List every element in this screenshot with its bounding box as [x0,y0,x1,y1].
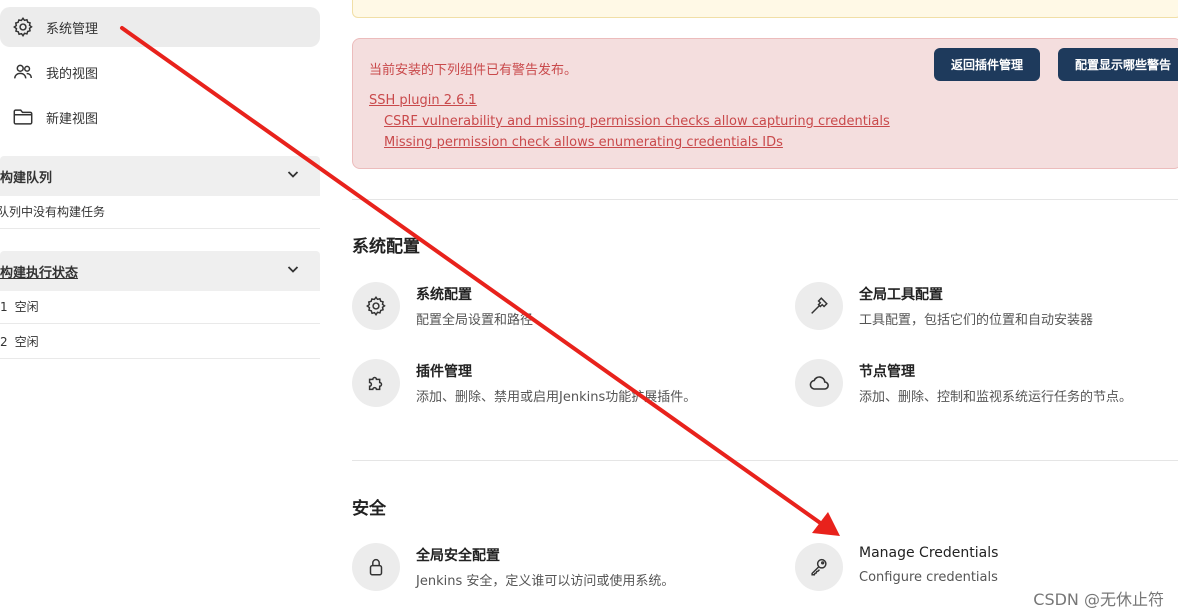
sidebar-item-manage-jenkins[interactable]: 系统管理 [0,7,320,47]
tile-description: 配置全局设置和路径 [416,313,534,328]
divider [352,199,1178,200]
notice-banner [352,0,1178,18]
executor-status-title[interactable]: 构建执行状态 [0,262,78,281]
sidebar-item-my-views[interactable]: 我的视图 [0,52,320,92]
plugin-link[interactable]: SSH plugin 2.6.1 [369,93,477,108]
section-title-system-config: 系统配置 [352,237,420,257]
chevron-down-icon[interactable] [286,167,300,185]
tile-description: 工具配置，包括它们的位置和自动安装器 [859,313,1094,328]
gear-icon [12,16,34,38]
executor-row: 1 空闲 [0,290,320,324]
cloud-icon [795,359,843,407]
watermark: CSDN @无休止符 [1033,590,1164,609]
executor-row: 2 空闲 [0,325,320,359]
tile-description: Jenkins 安全，定义谁可以访问或使用系统。 [416,574,675,589]
tile-title: 全局工具配置 [859,287,943,303]
tile-title: 节点管理 [859,364,915,380]
key-icon [795,543,843,591]
build-queue-empty: 队列中没有构建任务 [0,195,320,229]
back-to-plugin-manager-button[interactable]: 返回插件管理 [934,48,1040,81]
chevron-down-icon[interactable] [286,262,300,280]
tile-node-manager[interactable]: 节点管理 添加、删除、控制和监视系统运行任务的节点。 [795,359,1175,411]
puzzle-icon [352,359,400,407]
gear-icon [352,282,400,330]
tile-plugin-manager[interactable]: 插件管理 添加、删除、禁用或启用Jenkins功能扩展插件。 [352,359,752,411]
sidebar-item-new-view[interactable]: 新建视图 [0,97,320,137]
plugin-colon: : [468,93,473,108]
hammer-icon [795,282,843,330]
executor-number: 1 [0,299,8,314]
people-icon [12,61,34,83]
tile-global-security[interactable]: 全局安全配置 Jenkins 安全，定义谁可以访问或使用系统。 [352,543,752,595]
tile-title: 全局安全配置 [416,548,500,564]
configure-warnings-button[interactable]: 配置显示哪些警告 [1058,48,1178,81]
tile-description: 添加、删除、控制和监视系统运行任务的节点。 [859,390,1133,405]
sidebar-item-label: 新建视图 [46,111,99,127]
tile-title: 插件管理 [416,364,472,380]
tile-system-config[interactable]: 系统配置 配置全局设置和路径 [352,282,752,334]
sidebar-item-label: 系统管理 [46,21,99,37]
divider [352,460,1178,461]
warning-link-csrf[interactable]: CSRF vulnerability and missing permissio… [384,114,890,129]
build-queue-empty-text: 队列中没有构建任务 [0,205,106,219]
lock-icon [352,543,400,591]
alert-message: 当前安装的下列组件已有警告发布。 [369,63,578,78]
tile-title: Manage Credentials [859,545,999,561]
security-warning-alert: 当前安装的下列组件已有警告发布。 SSH plugin 2.6.1 : CSRF… [352,38,1178,169]
executor-number: 2 [0,334,8,349]
sidebar: 系统管理 我的视图 新建视图 构建队列 队列中没有构建任务 构建执行状态 1 空… [0,0,320,616]
tile-global-tool-config[interactable]: 全局工具配置 工具配置，包括它们的位置和自动安装器 [795,282,1175,334]
executor-status: 空闲 [14,300,39,314]
tile-title: 系统配置 [416,287,472,303]
tile-description: Configure credentials [859,570,998,585]
section-title-security: 安全 [352,499,386,519]
sidebar-item-label: 我的视图 [46,66,99,82]
build-queue-title: 构建队列 [0,170,53,186]
build-queue-header[interactable]: 构建队列 [0,156,320,196]
warning-link-enumerating[interactable]: Missing permission check allows enumerat… [384,135,783,150]
tile-description: 添加、删除、禁用或启用Jenkins功能扩展插件。 [416,390,697,405]
executor-status: 空闲 [14,335,39,349]
folder-icon [12,106,34,128]
executor-status-header[interactable]: 构建执行状态 [0,251,320,291]
